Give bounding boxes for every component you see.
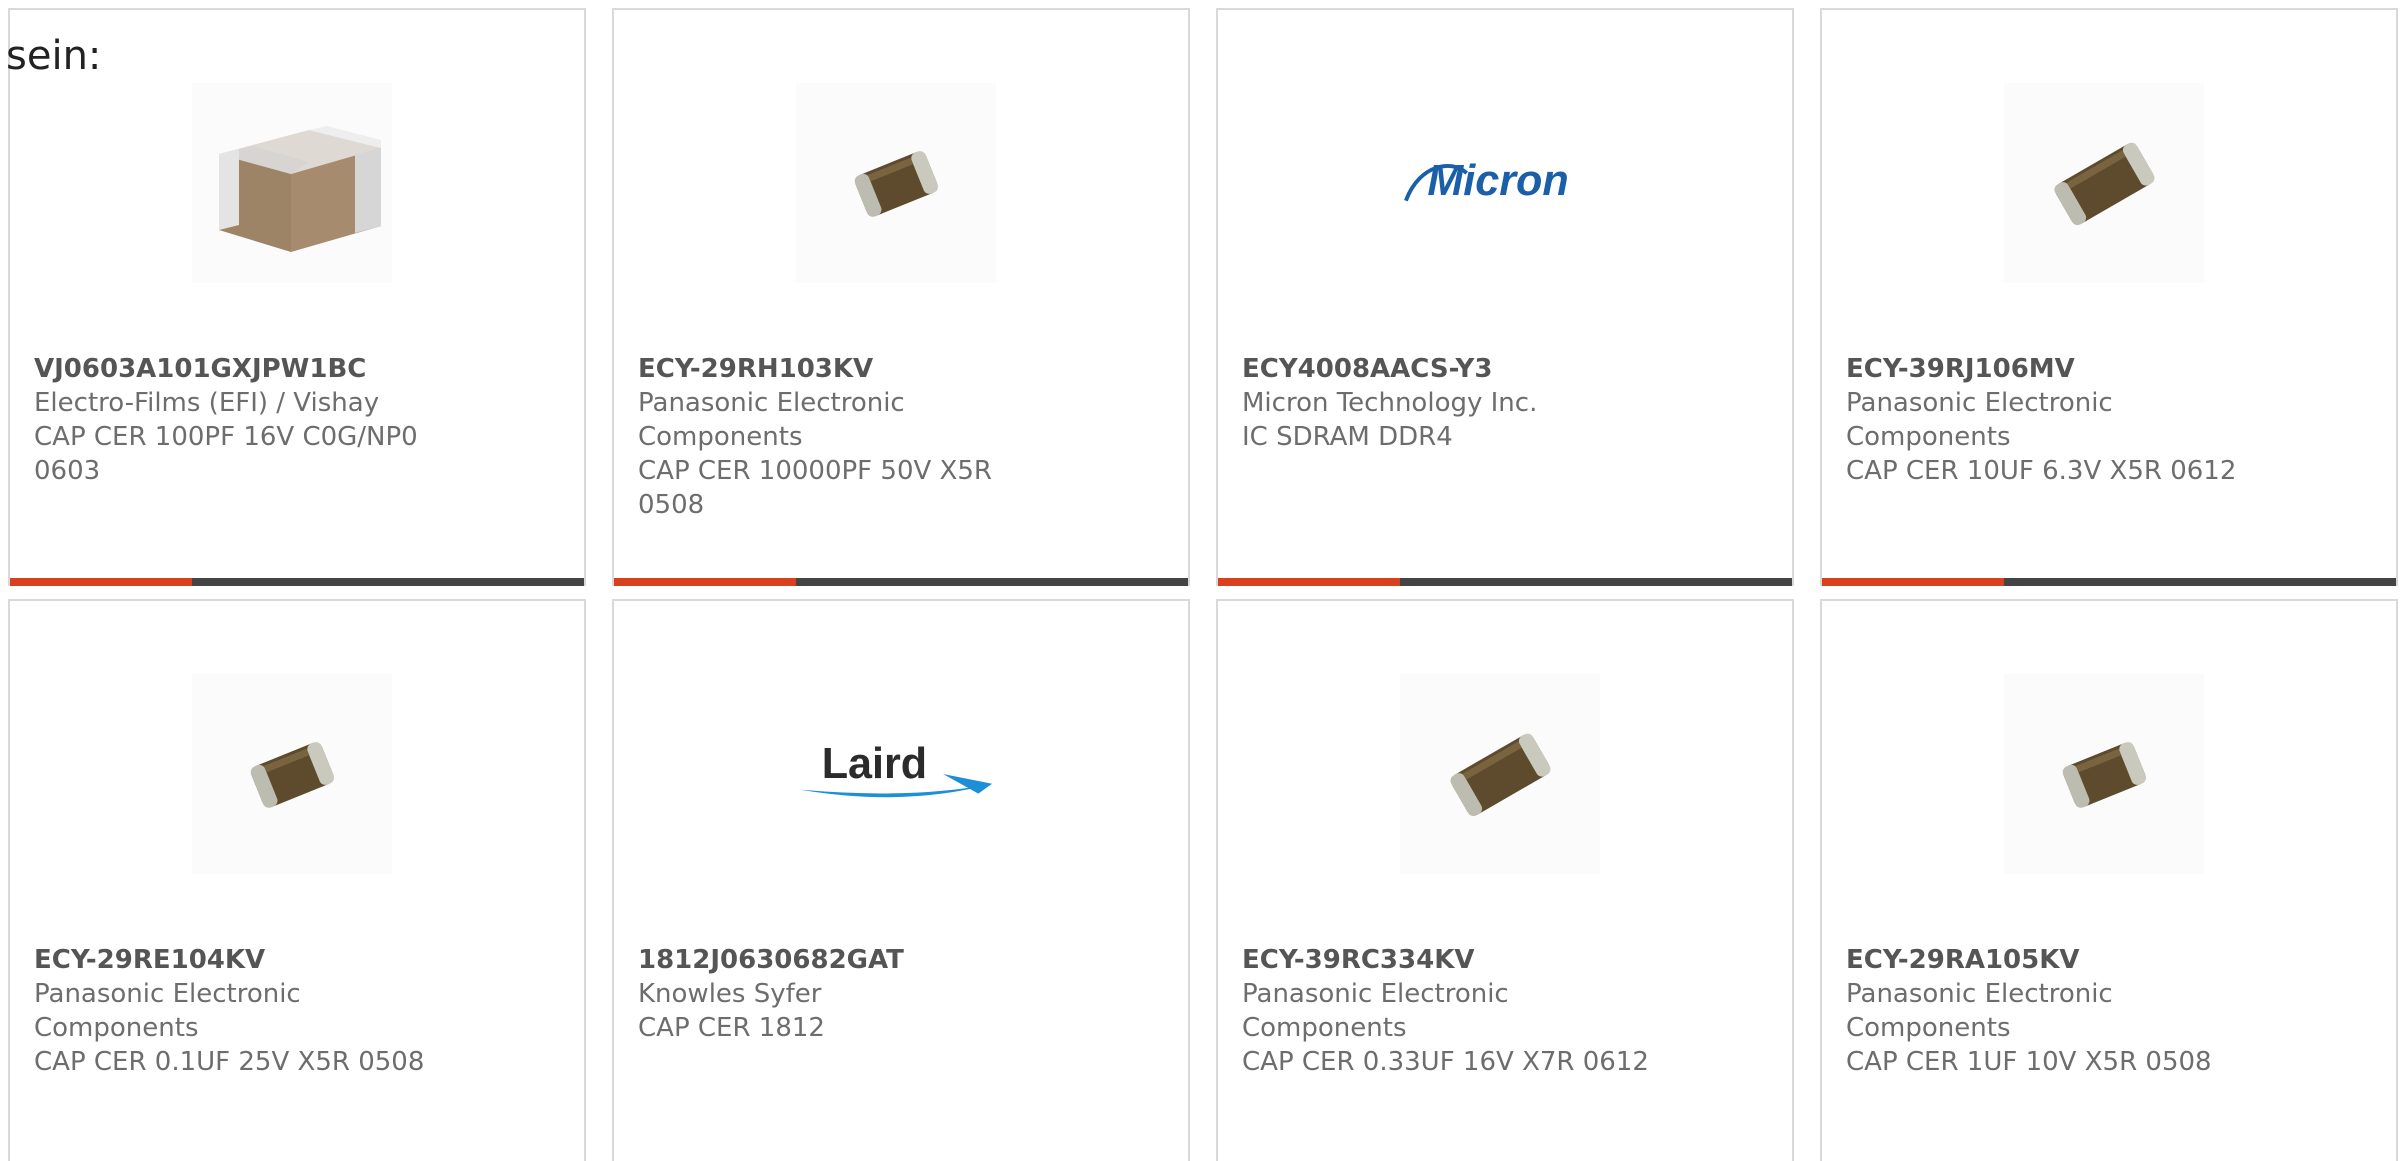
card-accent-bar — [1822, 578, 2004, 586]
manufacturer-name: Panasonic Electronic Components — [1846, 979, 2113, 1043]
product-description: CAP CER 0.1UF 25V X5R 0508 — [34, 1047, 425, 1077]
part-number[interactable]: 1812J0630682GAT — [638, 943, 1058, 977]
smd-chip-capacitor-icon — [854, 151, 939, 217]
manufacturer-name: Panasonic Electronic Components — [638, 388, 905, 452]
laird-logo-text: Laird — [822, 740, 927, 788]
part-number[interactable]: ECY-29RA105KV — [1846, 943, 2266, 977]
micron-logo: Micron — [1404, 157, 1569, 205]
part-number[interactable]: ECY4008AACS-Y3 — [1242, 352, 1662, 386]
card-accent-bar — [1218, 578, 1400, 586]
product-image[interactable] — [796, 83, 996, 283]
manufacturer-name: Electro-Films (EFI) / Vishay — [34, 388, 380, 418]
product-description: CAP CER 10UF 6.3V X5R 0612 — [1846, 456, 2237, 486]
part-number[interactable]: ECY-29RE104KV — [34, 943, 454, 977]
card-footer-bar — [614, 578, 1188, 586]
product-description: CAP CER 100PF 16V C0G/NP0 0603 — [34, 422, 418, 486]
product-description: CAP CER 10000PF 50V X5R 0508 — [638, 456, 992, 520]
product-description: CAP CER 1812 — [638, 1013, 825, 1043]
manufacturer-name: Panasonic Electronic Components — [1242, 979, 1509, 1043]
part-number[interactable]: ECY-39RC334KV — [1242, 943, 1662, 977]
smd-chip-capacitor-icon — [2054, 142, 2155, 226]
smd-chip-capacitor-icon — [1450, 733, 1551, 817]
product-info: VJ0603A101GXJPW1BC Electro-Films (EFI) /… — [34, 352, 454, 488]
product-image[interactable] — [2004, 674, 2204, 874]
product-card[interactable]: Micron ECY4008AACS-Y3 Micron Technology … — [1216, 8, 1794, 586]
product-card[interactable]: ECY-39RJ106MV Panasonic Electronic Compo… — [1820, 8, 2398, 586]
product-card[interactable]: ECY-39RC334KV Panasonic Electronic Compo… — [1216, 599, 1794, 1161]
product-info: ECY-29RE104KV Panasonic Electronic Compo… — [34, 943, 454, 1079]
product-image[interactable] — [192, 674, 392, 874]
card-accent-bar — [10, 578, 192, 586]
product-image[interactable]: Laird — [796, 674, 996, 874]
part-number[interactable]: ECY-39RJ106MV — [1846, 352, 2266, 386]
product-image[interactable] — [192, 83, 392, 283]
manufacturer-name: Knowles Syfer — [638, 979, 822, 1009]
card-accent-bar — [614, 578, 796, 586]
part-number[interactable]: VJ0603A101GXJPW1BC — [34, 352, 454, 386]
product-image[interactable] — [2004, 83, 2204, 283]
smd-chip-capacitor-icon — [2062, 742, 2147, 808]
large-ceramic-capacitor-image — [219, 126, 381, 252]
card-footer-bar — [10, 578, 584, 586]
product-image[interactable] — [1400, 674, 1600, 874]
product-image[interactable]: Micron — [1400, 83, 1600, 283]
product-info: ECY4008AACS-Y3 Micron Technology Inc. IC… — [1242, 352, 1662, 454]
product-card[interactable]: Laird 1812J0630682GAT Knowles Syfer CAP … — [612, 599, 1190, 1161]
product-info: ECY-29RA105KV Panasonic Electronic Compo… — [1846, 943, 2266, 1079]
manufacturer-name: Panasonic Electronic Components — [1846, 388, 2113, 452]
product-info: ECY-39RC334KV Panasonic Electronic Compo… — [1242, 943, 1662, 1079]
card-footer-bar — [1218, 578, 1792, 586]
smd-chip-capacitor-icon — [250, 742, 335, 808]
product-description: CAP CER 0.33UF 16V X7R 0612 — [1242, 1047, 1649, 1077]
product-description: IC SDRAM DDR4 — [1242, 422, 1453, 452]
product-info: ECY-39RJ106MV Panasonic Electronic Compo… — [1846, 352, 2266, 488]
product-card[interactable]: ECY-29RE104KV Panasonic Electronic Compo… — [8, 599, 586, 1161]
product-description: CAP CER 1UF 10V X5R 0508 — [1846, 1047, 2212, 1077]
product-info: ECY-29RH103KV Panasonic Electronic Compo… — [638, 352, 1058, 522]
laird-logo: Laird — [799, 740, 993, 798]
product-grid: VJ0603A101GXJPW1BC Electro-Films (EFI) /… — [8, 8, 2398, 1161]
product-card[interactable]: ECY-29RH103KV Panasonic Electronic Compo… — [612, 8, 1190, 586]
page: sein: VJ0603A101GXJPW1BC Electro-Films (… — [0, 0, 2400, 1161]
micron-logo-text: Micron — [1427, 157, 1568, 205]
intro-text: sein: — [6, 33, 102, 79]
product-card[interactable]: VJ0603A101GXJPW1BC Electro-Films (EFI) /… — [8, 8, 586, 586]
manufacturer-name: Micron Technology Inc. — [1242, 388, 1538, 418]
manufacturer-name: Panasonic Electronic Components — [34, 979, 301, 1043]
product-card[interactable]: ECY-29RA105KV Panasonic Electronic Compo… — [1820, 599, 2398, 1161]
card-footer-bar — [1822, 578, 2396, 586]
product-info: 1812J0630682GAT Knowles Syfer CAP CER 18… — [638, 943, 1058, 1045]
part-number[interactable]: ECY-29RH103KV — [638, 352, 1058, 386]
